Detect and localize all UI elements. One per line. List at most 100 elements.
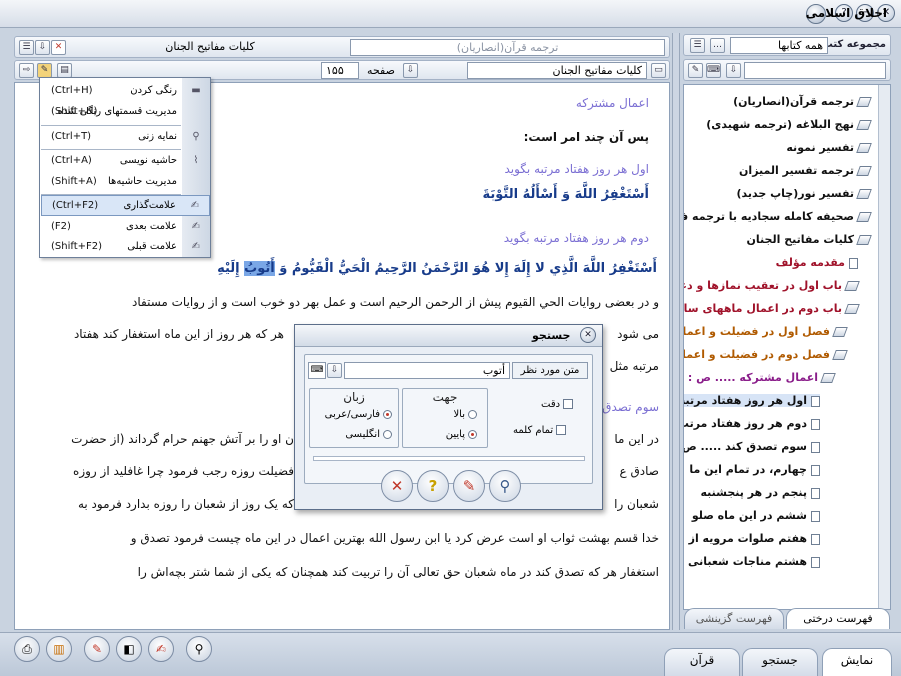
next-bookmark-icon: ✍ <box>191 221 201 232</box>
settings-icon[interactable]: ✎ <box>688 63 703 78</box>
tab-search[interactable]: جستجو <box>742 648 818 676</box>
content-p5b: ن او را بر آتش جهنم حرام گرداند (از حضرت <box>71 432 294 446</box>
down-arrow-icon[interactable]: ⇩ <box>403 63 418 78</box>
tree-item[interactable]: ششم در این ماه صلو <box>692 509 820 522</box>
book-icon[interactable]: ▭ <box>651 63 666 78</box>
forward-arrow-icon[interactable]: ⇨ <box>19 63 34 78</box>
tab-display[interactable]: نمایش <box>822 648 892 676</box>
index-icon: ⚲ <box>192 131 200 142</box>
page-icon <box>811 441 820 453</box>
tree-item[interactable]: ترجمه قرآن(انصاریان) <box>733 95 872 108</box>
menu-item-indexing[interactable]: ⚲ نمایه زنی (Ctrl+T) <box>41 127 210 148</box>
tab-selective-index[interactable]: فهرست گزینشی <box>684 608 784 629</box>
down-arrow-icon[interactable]: ⇩ <box>35 40 50 55</box>
menu-item-highlight[interactable]: ▬ رنگی کردن (Ctrl+H) <box>41 81 210 102</box>
tree-item[interactable]: سوم تصدق کند ..... ص <box>684 440 820 453</box>
tree-item[interactable]: چهارم، در تمام این ما <box>689 463 820 476</box>
translation-tab[interactable]: ترجمه قرآن(انصاریان) <box>350 39 665 56</box>
menu-item-manage-highlights[interactable]: مدیریت قسمتهای رنگی شده (Shift+H) <box>41 102 210 123</box>
page-label: صفحه <box>367 64 395 77</box>
page-icon <box>849 257 858 269</box>
split-view-icon[interactable]: ◧ <box>116 636 142 662</box>
dir-up-radio[interactable]: بالا <box>453 409 477 420</box>
tree-item-selected[interactable]: اول هر روز هفتاد مرتبه <box>684 394 820 407</box>
language-group-title: زبان <box>343 390 365 404</box>
tab-quran[interactable]: قرآن <box>664 648 740 676</box>
exact-checkbox[interactable]: دقت <box>541 399 574 410</box>
books-search-input[interactable] <box>744 62 886 79</box>
highlighter-icon[interactable]: ✍ <box>148 636 174 662</box>
print-icon[interactable]: ⎙ <box>14 636 40 662</box>
clear-icon[interactable]: ✎ <box>453 470 485 502</box>
content-item2: دوم هر روز هفتاد مرتبه بگوید <box>503 231 649 245</box>
tree-item[interactable]: هفتم صلوات مرویه از <box>689 532 820 545</box>
folder-icon <box>844 281 860 291</box>
menu-icon[interactable]: ☰ <box>690 38 705 53</box>
down-arrow-icon[interactable]: ⇩ <box>327 363 342 378</box>
menu-item-next-bookmark[interactable]: ✍ علامت بعدی (F2) <box>41 217 210 238</box>
app-title: اخلاق اسلامی <box>805 6 887 20</box>
tree-item[interactable]: دوم هر روز هفتاد مرتب <box>684 417 820 430</box>
tree-item[interactable]: فصل اول در فضیلت و اعمال <box>684 325 848 338</box>
keyboard-icon[interactable]: ⌨ <box>308 362 326 379</box>
menu-item-bookmark[interactable]: ✍ علامت‌گذاری (Ctrl+F2) <box>41 195 210 216</box>
content-p2a: می شود <box>617 327 659 341</box>
content-heading: اعمال مشترکه <box>575 96 649 110</box>
tab-tree-index[interactable]: فهرست درختی <box>786 608 890 629</box>
edit-icon[interactable]: ✎ <box>84 636 110 662</box>
content-arabic2-end: إِلَيْهِ <box>217 261 240 276</box>
books-search-bar: ✎ ⌨ ⇩ <box>683 59 891 81</box>
tree-item[interactable]: صحیفه کامله سجادیه با ترجمه فارس <box>684 210 872 223</box>
menu-icon[interactable]: ☰ <box>19 40 34 55</box>
tree-item[interactable]: اعمال مشترکه ..... ص : د <box>684 371 836 384</box>
books-icon[interactable]: ▥ <box>46 636 72 662</box>
tree-scrollbar[interactable] <box>878 85 890 609</box>
menu-item-annotate[interactable]: ⌇ حاشیه نویسی (Ctrl+A) <box>41 151 210 172</box>
tree-item[interactable]: تفسیر نور(چاپ جدید) <box>736 187 872 200</box>
tree-item[interactable]: نهج البلاغه (ترجمه شهیدی) <box>706 118 872 131</box>
content-arabic2-line: أَسْتَغْفِرُ اللَّهَ الَّذِي لا إِلَهَ إ… <box>217 261 657 276</box>
page-icon <box>811 533 820 545</box>
content-p3: مرتبه مثل <box>609 359 659 373</box>
book-select[interactable]: کلیات مفاتیح الجنان <box>467 62 647 79</box>
two-page-icon[interactable]: ▤ <box>57 63 72 78</box>
lang-fa-radio[interactable]: فارسی/عربی <box>325 409 392 420</box>
tree-item[interactable]: هشتم مناجات شعبانی <box>688 555 820 568</box>
down-arrow-icon[interactable]: ⇩ <box>726 63 741 78</box>
keyboard-icon[interactable]: ⌨ <box>706 63 721 78</box>
highlighter-icon[interactable]: ✎ <box>37 63 52 78</box>
close-icon[interactable]: ✕ <box>580 327 596 343</box>
whole-word-checkbox[interactable]: تمام کلمه <box>513 425 567 436</box>
help-icon[interactable]: ? <box>417 470 449 502</box>
content-p6a: صادق ع <box>619 464 659 478</box>
content-p1: و در بعضی روایات الحي القیوم پیش از الرح… <box>132 295 659 309</box>
page-icon <box>811 464 820 476</box>
menu-item-manage-annotations[interactable]: مدیریت حاشیه‌ها (Shift+A) <box>41 172 210 193</box>
search-text-input[interactable]: أتوب <box>344 362 510 379</box>
tree-item[interactable]: پنجم در هر پنجشنبه <box>700 486 820 499</box>
page-number-input[interactable]: ۱۵۵ <box>321 62 359 79</box>
panel-splitter[interactable] <box>672 33 680 630</box>
search-icon[interactable]: ⚲ <box>489 470 521 502</box>
tree-item[interactable]: تفسیر نمونه <box>786 141 872 154</box>
tree-item[interactable]: باب اول در تعقیب نمازها و دعاهای <box>684 279 860 292</box>
direction-group: جهت بالا پایین <box>402 388 488 448</box>
tree-item[interactable]: باب دوم در اعمال ماههای سال و ف <box>684 302 860 315</box>
lang-en-radio[interactable]: انگلیسی <box>345 429 392 440</box>
search-highlight: أَتُوبُ <box>244 261 275 276</box>
tree-item[interactable]: فصل دوم در فضیلت و اعمال <box>684 348 848 361</box>
search-icon[interactable]: ⚲ <box>186 636 212 662</box>
book-icon <box>856 120 872 130</box>
content-intro: پس آن چند امر است: <box>523 130 649 144</box>
tree-item[interactable]: مقدمه مؤلف <box>776 256 858 269</box>
close-book-icon[interactable]: ✕ <box>51 40 66 55</box>
tree-item[interactable]: ترجمه تفسیر المیزان <box>739 164 872 177</box>
tree-item[interactable]: کلیات مفاتیح الجنان <box>747 233 872 246</box>
page-icon <box>811 418 820 430</box>
more-icon[interactable]: … <box>710 38 725 53</box>
books-filter-select[interactable]: همه کتابها <box>730 37 828 54</box>
menu-item-prev-bookmark[interactable]: ✍ علامت قبلی (Shift+F2) <box>41 237 210 258</box>
content-p7a: شعبان را <box>614 497 659 511</box>
cancel-search-icon[interactable]: ✕ <box>381 470 413 502</box>
dir-down-radio[interactable]: پایین <box>446 429 477 440</box>
